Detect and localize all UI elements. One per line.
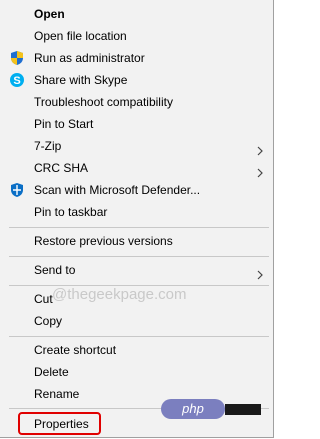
context-menu: Open Open file location Run as administr…: [0, 0, 274, 438]
menu-item-send-to[interactable]: Send to: [0, 259, 273, 281]
redaction-bar: [225, 404, 261, 415]
menu-item-label: Open: [34, 7, 65, 21]
menu-item-restore-previous-versions[interactable]: Restore previous versions: [0, 230, 273, 252]
menu-item-pin-to-taskbar[interactable]: Pin to taskbar: [0, 201, 273, 223]
menu-separator: [9, 256, 269, 257]
menu-item-label: Scan with Microsoft Defender...: [34, 183, 201, 197]
menu-item-label: Run as administrator: [34, 51, 145, 65]
watermark-text: @thegeekpage.com: [52, 286, 187, 303]
menu-item-7zip[interactable]: 7-Zip: [0, 135, 273, 157]
menu-item-rename[interactable]: Rename: [0, 383, 273, 405]
php-badge: php: [161, 399, 225, 419]
menu-separator: [9, 227, 269, 228]
properties-highlight-box: [18, 412, 101, 435]
menu-item-label: Delete: [34, 365, 69, 379]
menu-item-label: Cut: [34, 292, 53, 306]
menu-separator: [9, 336, 269, 337]
menu-item-pin-to-start[interactable]: Pin to Start: [0, 113, 273, 135]
menu-item-label: Rename: [34, 387, 80, 401]
menu-item-scan-with-defender[interactable]: Scan with Microsoft Defender...: [0, 179, 273, 201]
menu-item-label: Copy: [34, 314, 63, 328]
menu-item-label: Send to: [34, 263, 76, 277]
menu-item-open-file-location[interactable]: Open file location: [0, 25, 273, 47]
defender-shield-icon: [9, 182, 25, 198]
menu-item-share-with-skype[interactable]: S Share with Skype: [0, 69, 273, 91]
chevron-right-icon: [255, 163, 265, 178]
skype-icon: S: [9, 72, 25, 88]
menu-item-label: Share with Skype: [34, 73, 128, 87]
menu-item-label: Open file location: [34, 29, 127, 43]
menu-item-delete[interactable]: Delete: [0, 361, 273, 383]
menu-item-troubleshoot-compatibility[interactable]: Troubleshoot compatibility: [0, 91, 273, 113]
menu-item-label: 7-Zip: [34, 139, 62, 153]
menu-item-run-as-administrator[interactable]: Run as administrator: [0, 47, 273, 69]
menu-item-crc-sha[interactable]: CRC SHA: [0, 157, 273, 179]
menu-item-label: Troubleshoot compatibility: [34, 95, 173, 109]
menu-item-label: CRC SHA: [34, 161, 89, 175]
menu-item-label: Create shortcut: [34, 343, 117, 357]
chevron-right-icon: [255, 141, 265, 156]
menu-item-label: Restore previous versions: [34, 234, 173, 248]
menu-item-label: Pin to taskbar: [34, 205, 108, 219]
svg-text:S: S: [13, 75, 20, 87]
uac-shield-icon: [9, 50, 25, 66]
chevron-right-icon: [255, 265, 265, 280]
menu-item-copy[interactable]: Copy: [0, 310, 273, 332]
menu-item-create-shortcut[interactable]: Create shortcut: [0, 339, 273, 361]
menu-item-open[interactable]: Open: [0, 3, 273, 25]
menu-item-label: Pin to Start: [34, 117, 94, 131]
